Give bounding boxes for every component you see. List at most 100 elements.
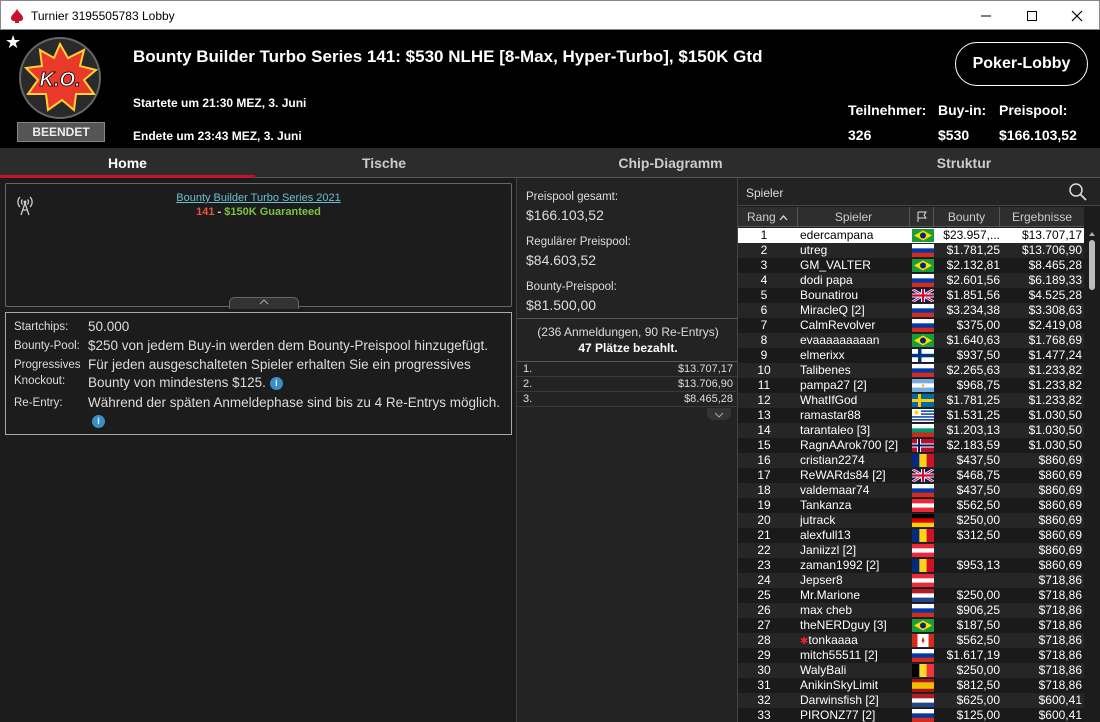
player-row[interactable]: 27 theNERDguy [3] $187,50 $718,86 [738,618,1084,633]
minimize-button[interactable] [963,1,1009,31]
player-result: $860,69 [1038,528,1082,542]
search-icon[interactable] [1068,182,1088,202]
player-rank: 15 [757,438,771,452]
poker-lobby-button[interactable]: Poker-Lobby [955,42,1088,86]
scrollbar-thumb[interactable] [1089,240,1095,290]
close-button[interactable] [1054,1,1100,31]
collapse-handle[interactable] [229,297,299,309]
tab-tables[interactable]: Tische [255,148,513,178]
player-row[interactable]: 14 tarantaleo [3] $1.203,13 $1.030,50 [738,423,1084,438]
window-titlebar: Turnier 3195505783 Lobby [0,0,1100,30]
player-result: $13.707,17 [1021,228,1082,242]
series-link[interactable]: Bounty Builder Turbo Series 2021 [6,192,511,204]
player-name: ✱tonkaaaa [800,633,910,649]
country-flag-icon [912,424,934,438]
prizepool-value: $166.103,52 [999,127,1077,143]
player-result: $860,69 [1038,468,1082,482]
player-name-text: valdemaar74 [800,483,870,497]
player-rank: 26 [757,603,771,617]
column-bounty[interactable]: Bounty [934,207,1000,227]
column-player[interactable]: Spieler [798,207,910,227]
maximize-icon [1027,11,1037,21]
player-name-text: ReWARds84 [2] [800,468,886,482]
country-flag-icon [912,589,934,603]
player-name-text: Mr.Marione [800,588,861,602]
player-row[interactable]: 10 Talibenes $2.265,63 $1.233,82 [738,363,1084,378]
player-result: $1.768,69 [1028,333,1082,347]
player-row[interactable]: 33 PIRONZ77 [2] $125,00 $600,41 [738,708,1084,722]
players-table-body: 1 edercampana $23.957,... $13.707,17 2 utreg $… [738,228,1084,722]
column-result[interactable]: Ergebnisse [1000,207,1084,227]
player-bounty: $937,50 [956,348,1000,362]
maximize-button[interactable] [1009,1,1055,31]
player-row[interactable]: 21 alexfull13 $312,50 $860,69 [738,528,1084,543]
player-row[interactable]: 29 mitch55511 [2] $1.617,19 $718,86 [738,648,1084,663]
player-row[interactable]: 16 cristian2274 $437,50 $860,69 [738,453,1084,468]
player-row[interactable]: 11 pampa27 [2] $968,75 $1.233,82 [738,378,1084,393]
scroll-up-icon[interactable] [1086,229,1098,239]
player-row[interactable]: 1 edercampana $23.957,... $13.707,17 [738,228,1084,243]
player-row[interactable]: 32 Darwinsfish [2] $625,00 $600,41 [738,693,1084,708]
player-bounty: $437,50 [956,483,1000,497]
player-rank: 1 [760,228,768,242]
player-bounty: $3.234,38 [946,303,1000,317]
player-row[interactable]: 19 Tankanza $562,50 $860,69 [738,498,1084,513]
player-rank: 21 [757,528,771,542]
player-result: $1.477,24 [1028,348,1082,362]
player-row[interactable]: 25 Mr.Marione $250,00 $718,86 [738,588,1084,603]
player-name: Janiizzl [2] [800,543,910,558]
info-icon[interactable]: i [269,376,283,390]
tournament-title: Bounty Builder Turbo Series 141: $530 NL… [133,47,763,66]
player-row[interactable]: 22 Janiizzl [2] $860,69 [738,543,1084,558]
startchips-value: 50.000 [88,319,130,334]
bounty-pool-label: Bounty-Preispool: [526,281,617,293]
player-row[interactable]: 20 jutrack $250,00 $860,69 [738,513,1084,528]
country-flag-icon [912,574,934,588]
player-result: $600,41 [1038,708,1082,722]
player-row[interactable]: 12 WhatIfGod $1.781,25 $1.233,82 [738,393,1084,408]
player-row[interactable]: 13 ramastar88 $1.531,25 $1.030,50 [738,408,1084,423]
country-flag-icon [912,454,935,467]
country-flag-icon [912,679,934,692]
player-name-text: alexfull13 [800,528,851,542]
player-result: $718,86 [1038,618,1082,632]
player-row[interactable]: 3 GM_VALTER $2.132,81 $8.465,28 [738,258,1084,273]
player-bounty: $625,00 [956,693,1000,707]
player-row[interactable]: 17 ReWARds84 [2] $468,75 $860,69 [738,467,1084,484]
tab-home[interactable]: Home [0,148,255,178]
player-row[interactable]: 2 utreg $1.781,25 $13.706,90 [738,243,1084,258]
player-row[interactable]: 26 max cheb $906,25 $718,86 [738,603,1084,618]
player-row[interactable]: 6 MiracleQ [2] $3.234,38 $3.308,63 [738,303,1084,318]
tab-structure[interactable]: Struktur [828,148,1100,178]
expand-payouts-button[interactable] [707,408,731,420]
player-bounty: $2.601,56 [946,273,1000,287]
player-row[interactable]: 5 Bounatirou $1.851,56 $4.525,28 [738,287,1084,304]
player-name-text: PIRONZ77 [2] [800,708,876,722]
player-result: $2.419,08 [1028,318,1082,332]
player-row[interactable]: 8 evaaaaaaaaan $1.640,63 $1.768,69 [738,333,1084,348]
payout-row: 3. $8.465,28 [517,392,739,407]
player-name-text: mitch55511 [2] [800,648,878,662]
column-flag[interactable] [910,207,934,227]
tab-chip-chart[interactable]: Chip-Diagramm [513,148,828,178]
players-scrollbar[interactable] [1086,228,1098,722]
registrations-text: (236 Anmeldungen, 90 Re-Entrys) [537,325,719,339]
player-row[interactable]: 31 AnikinSkyLimit $812,50 $718,86 [738,678,1084,693]
player-row[interactable]: 9 elmerixx $937,50 $1.477,24 [738,348,1084,363]
player-row[interactable]: 18 valdemaar74 $437,50 $860,69 [738,483,1084,498]
player-row[interactable]: 15 RagnAArok700 [2] $2.183,59 $1.030,50 [738,438,1084,453]
player-row[interactable]: 30 WalyBali $250,00 $718,86 [738,663,1084,678]
player-row[interactable]: 24 Jepser8 $718,86 [738,573,1084,588]
search-input[interactable]: Spieler [746,186,783,200]
player-row[interactable]: 28 ✱tonkaaaa $562,50 $718,86 [738,633,1084,648]
player-name: Mr.Marione [800,588,910,603]
info-icon[interactable]: i [92,414,105,428]
player-row[interactable]: 4 dodi papa $2.601,56 $6.189,33 [738,273,1084,288]
country-flag-icon [912,634,934,647]
player-row[interactable]: 23 zaman1992 [2] $953,13 $860,69 [738,558,1084,573]
player-row[interactable]: 7 CalmRevolver $375,00 $2.419,08 [738,318,1084,333]
column-rank[interactable]: Rang [738,207,798,227]
end-time: Endete um 23:43 MEZ, 3. Juni [133,129,302,143]
player-result: $13.706,90 [1021,243,1082,257]
player-search[interactable]: Spieler [738,178,1100,206]
